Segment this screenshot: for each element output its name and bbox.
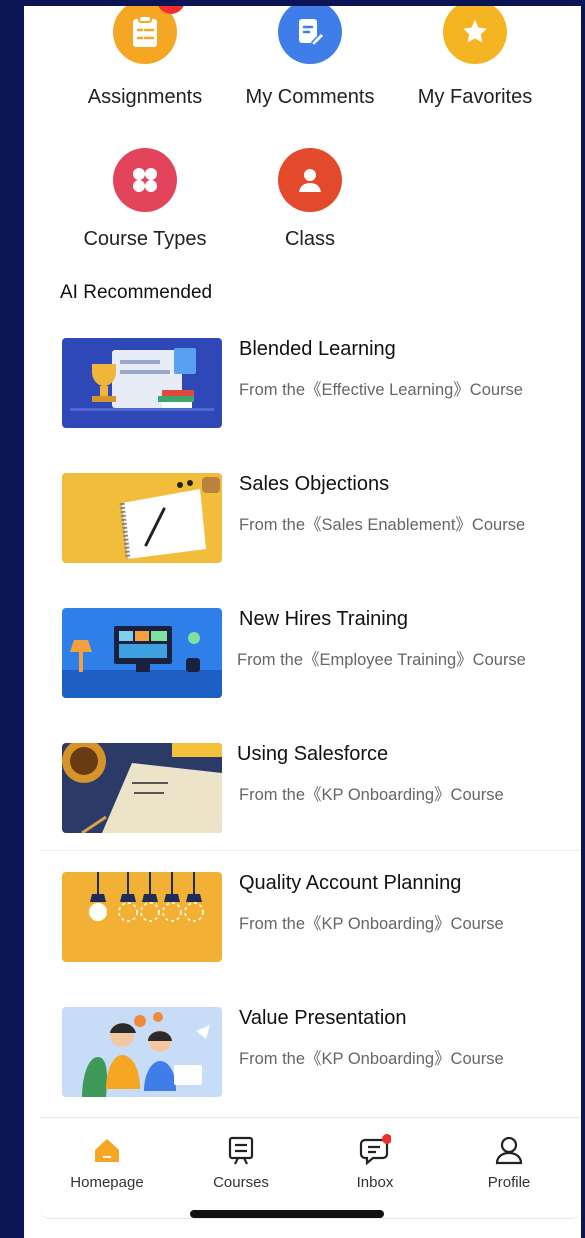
course-title: Blended Learning — [239, 338, 396, 360]
course-source: From the《KP Onboarding》Course — [239, 1050, 504, 1068]
tab-inbox[interactable]: Inbox — [308, 1118, 442, 1218]
course-source: From the《KP Onboarding》Course — [239, 786, 504, 804]
tab-profile[interactable]: Profile — [442, 1118, 576, 1218]
clipboard-icon: 4 — [113, 6, 185, 64]
courses-icon — [228, 1136, 254, 1165]
course-title: Value Presentation — [239, 1007, 407, 1029]
app-screen: 4 Assignments My Comments My Favorites C… — [24, 6, 585, 1238]
course-source: From the《KP Onboarding》Course — [239, 915, 504, 933]
my-comments-label: My Comments — [245, 86, 375, 108]
edit-note-icon — [278, 6, 342, 64]
course-title: Using Salesforce — [237, 743, 389, 765]
assignments-shortcut[interactable]: 4 Assignments — [60, 6, 230, 109]
recommendation-item[interactable]: New Hires Training From the《Employee Tra… — [62, 608, 582, 700]
course-types-shortcut[interactable]: Course Types — [60, 148, 230, 251]
tab-inbox-label: Inbox — [356, 1174, 394, 1191]
course-thumbnail — [62, 743, 222, 833]
recommendation-item[interactable]: Sales Objections From the《Sales Enableme… — [62, 473, 582, 565]
tab-courses[interactable]: Courses — [174, 1118, 308, 1218]
star-icon — [443, 6, 507, 64]
grid-icon — [113, 148, 177, 212]
recommendation-item[interactable]: Blended Learning From the《Effective Lear… — [62, 338, 582, 430]
home-indicator[interactable] — [190, 1210, 384, 1218]
tab-courses-label: Courses — [213, 1174, 269, 1191]
class-label: Class — [284, 228, 335, 250]
course-source: From the《Employee Training》Course — [237, 651, 526, 669]
course-source: From the《Sales Enablement》Course — [239, 516, 526, 534]
inbox-icon — [359, 1134, 391, 1166]
person-icon — [278, 148, 342, 212]
assignments-badge: 4 — [157, 6, 185, 14]
recommendation-item[interactable]: Using Salesforce From the《KP Onboarding》… — [62, 743, 582, 835]
course-source: From the《Effective Learning》Course — [239, 381, 523, 399]
course-title: Sales Objections — [239, 473, 390, 495]
course-thumbnail — [62, 338, 222, 428]
course-thumbnail — [62, 473, 222, 563]
tab-profile-label: Profile — [487, 1174, 531, 1191]
course-thumbnail — [62, 608, 222, 698]
recommendation-item[interactable]: Value Presentation From the《KP Onboardin… — [62, 1007, 582, 1099]
recommendation-item[interactable]: Quality Account Planning From the《KP Onb… — [62, 872, 582, 964]
class-shortcut[interactable]: Class — [225, 148, 395, 251]
device-frame — [581, 0, 585, 1238]
tab-homepage[interactable]: Homepage — [40, 1118, 174, 1218]
tab-homepage-label: Homepage — [70, 1174, 144, 1191]
course-thumbnail — [62, 1007, 222, 1097]
section-title: AI Recommended — [60, 282, 213, 303]
my-favorites-shortcut[interactable]: My Favorites — [390, 6, 560, 109]
list-divider — [40, 850, 585, 851]
profile-icon — [495, 1136, 523, 1165]
course-title: Quality Account Planning — [239, 872, 462, 894]
course-thumbnail — [62, 872, 222, 962]
my-comments-shortcut[interactable]: My Comments — [225, 6, 395, 109]
bottom-tab-bar: Homepage Courses Inbox Profile — [40, 1117, 581, 1219]
assignments-label: Assignments — [87, 86, 203, 108]
course-types-label: Course Types — [83, 228, 207, 250]
home-icon — [95, 1139, 119, 1162]
my-favorites-label: My Favorites — [417, 86, 533, 108]
course-title: New Hires Training — [239, 608, 408, 630]
